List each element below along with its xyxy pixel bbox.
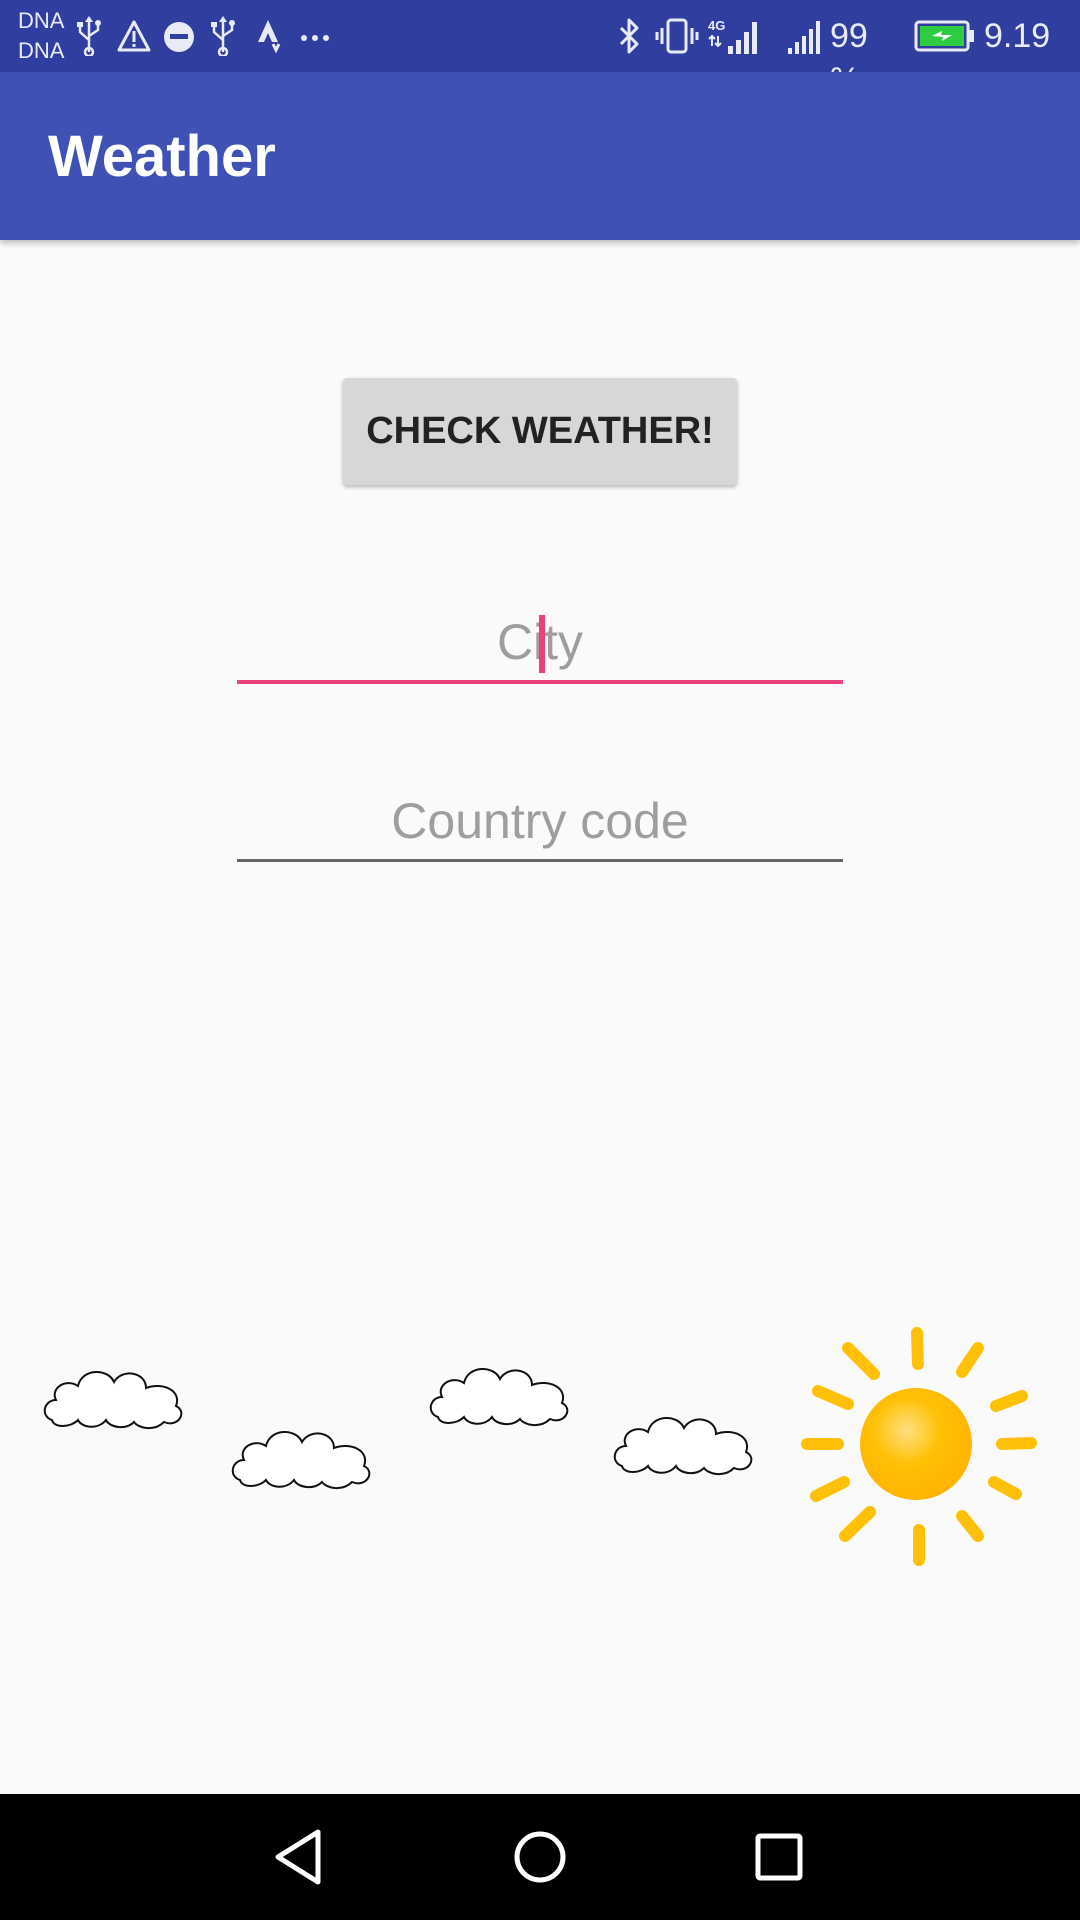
bluetooth-icon	[619, 18, 639, 54]
svg-text:4G: 4G	[708, 18, 725, 33]
cloud-icon	[43, 1371, 183, 1429]
app-bar: Weather	[0, 72, 1080, 240]
cloud-icon	[231, 1431, 371, 1489]
cell-signal-icon	[788, 21, 820, 54]
status-bar: DNA DNA 4G 99 9.19	[0, 0, 1080, 99]
carrier-label: DNA DNA	[18, 6, 78, 66]
do-not-disturb-icon	[164, 22, 194, 52]
sun-icon	[801, 1327, 1037, 1566]
cloud-icon	[613, 1417, 753, 1475]
4g-signal-icon: 4G	[708, 18, 757, 54]
clock: 9.19	[984, 17, 1051, 55]
carrier-line-2: DNA	[18, 38, 65, 63]
home-icon[interactable]	[505, 1822, 575, 1892]
battery-charging-icon	[914, 20, 974, 52]
text-cursor	[539, 615, 545, 673]
back-icon[interactable]	[266, 1822, 336, 1892]
country-code-input[interactable]	[237, 782, 843, 862]
recents-icon[interactable]	[744, 1822, 814, 1892]
usb-icon	[77, 16, 101, 56]
navigation-bar	[0, 1794, 1080, 1920]
battery-percentage: 99 %	[830, 17, 868, 99]
cloud-icon	[429, 1368, 569, 1426]
weather-screen: DNA DNA 4G 99 9.19 Weather CHECK WEATHER…	[0, 0, 1080, 1920]
strava-icon	[258, 20, 281, 54]
usb-icon	[211, 16, 235, 56]
warning-icon	[117, 20, 151, 52]
carrier-line-1: DNA	[18, 8, 65, 33]
app-title: Weather	[48, 124, 276, 189]
check-weather-button[interactable]: CHECK WEATHER!	[343, 378, 737, 485]
more-notifications-icon	[301, 35, 329, 41]
vibrate-icon	[655, 18, 699, 54]
